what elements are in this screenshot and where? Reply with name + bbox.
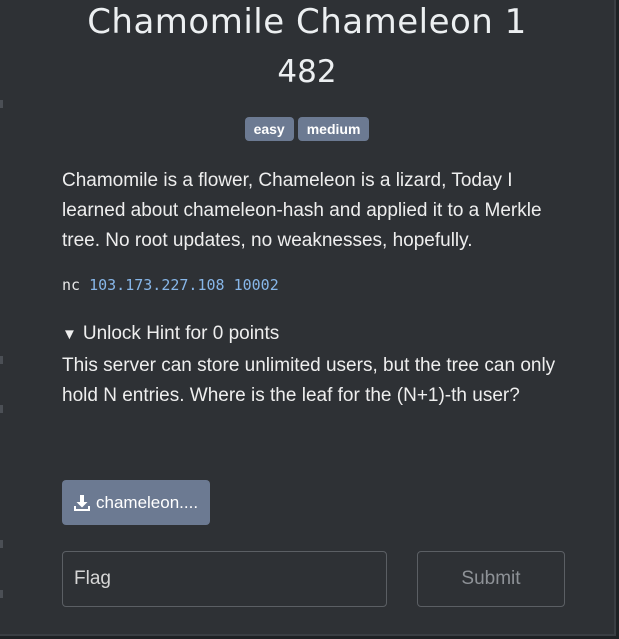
hint-summary-label: Unlock Hint for 0 points [82,323,280,344]
edge-marker [0,540,3,548]
edge-marker [0,405,3,413]
edge-marker [0,356,3,364]
edge-marker [0,100,3,108]
tag-list: easy medium [0,117,614,141]
download-file-label: chameleon.... [96,492,199,512]
download-icon [74,494,90,511]
download-file-button[interactable]: chameleon.... [62,480,210,525]
hint-body: This server can store unlimited users, b… [62,355,556,406]
challenge-title: Chamomile Chameleon 1 [87,2,527,42]
connection-port: 10002 [233,276,279,294]
command-prefix: nc [62,276,81,294]
challenge-modal: Chamomile Chameleon 1 482 easy medium Ch… [0,0,616,636]
connection-command: nc 103.173.227.108 10002 [62,276,279,294]
submit-button[interactable]: Submit [417,551,565,607]
challenge-points: 482 [277,54,337,90]
triangle-down-icon: ▼ [62,326,77,343]
edge-marker [0,590,3,598]
challenge-description: Chamomile is a flower, Chameleon is a li… [62,170,542,251]
connection-host: 103.173.227.108 [89,276,225,294]
tag-medium: medium [297,117,370,141]
unlock-hint-toggle[interactable]: ▼ Unlock Hint for 0 points [62,323,279,345]
flag-input[interactable] [62,551,387,607]
tag-easy: easy [244,117,294,141]
